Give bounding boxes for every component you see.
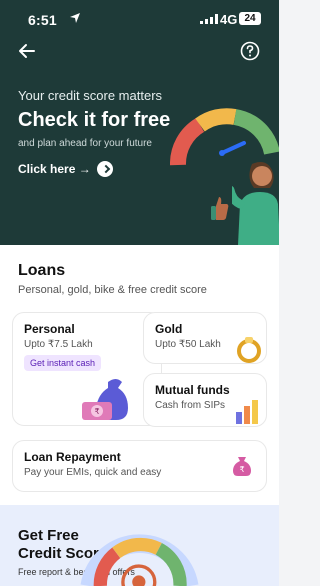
growth-chart-icon xyxy=(236,400,258,424)
battery-level: 24 xyxy=(239,12,261,25)
svg-text:₹: ₹ xyxy=(239,465,244,474)
status-bar: 6:51 4G 24 xyxy=(0,0,279,36)
score-meter-illustration xyxy=(80,534,199,586)
payment-bag-icon: ₹ xyxy=(233,457,251,476)
card-title: Personal xyxy=(24,322,75,336)
loan-repayment-card[interactable]: Loan Repayment Pay your EMIs, quick and … xyxy=(12,440,267,492)
status-time: 6:51 xyxy=(28,12,57,28)
money-bag-icon: ₹ xyxy=(82,379,128,420)
instant-cash-badge: Get instant cash xyxy=(24,355,102,371)
thumbs-up-icon xyxy=(211,197,229,220)
card-title: Mutual funds xyxy=(155,383,230,397)
cta-label: Click here → xyxy=(18,162,91,176)
person-illustration xyxy=(232,162,279,245)
hero-subtitle: Your credit score matters xyxy=(18,88,163,103)
card-desc: Upto ₹7.5 Lakh xyxy=(24,339,93,350)
card-title: Gold xyxy=(155,322,183,336)
hero-tagline: and plan ahead for your future xyxy=(18,138,152,149)
phone-screen: 6:51 4G 24 Your credit score matters Che… xyxy=(0,0,279,586)
card-title: Loan Repayment xyxy=(24,450,121,464)
hero-title: Check it for free xyxy=(18,109,171,131)
loans-heading: Loans xyxy=(18,262,66,279)
signal-icon xyxy=(200,14,218,24)
help-icon[interactable] xyxy=(239,40,261,62)
location-arrow-icon xyxy=(70,13,80,23)
card-desc: Upto ₹50 Lakh xyxy=(155,339,221,350)
hero-banner[interactable]: 6:51 4G 24 Your credit score matters Che… xyxy=(0,0,279,245)
card-desc: Cash from SIPs xyxy=(155,400,226,411)
back-arrow-icon[interactable] xyxy=(16,40,38,62)
gold-ring-icon xyxy=(237,337,261,363)
card-desc: Pay your EMIs, quick and easy xyxy=(24,467,162,478)
arrow-circle-icon xyxy=(96,161,113,177)
network-type: 4G xyxy=(220,12,238,27)
svg-text:₹: ₹ xyxy=(94,407,99,416)
click-here-link[interactable]: Click here → xyxy=(18,161,113,177)
loans-subtitle: Personal, gold, bike & free credit score xyxy=(18,284,207,296)
